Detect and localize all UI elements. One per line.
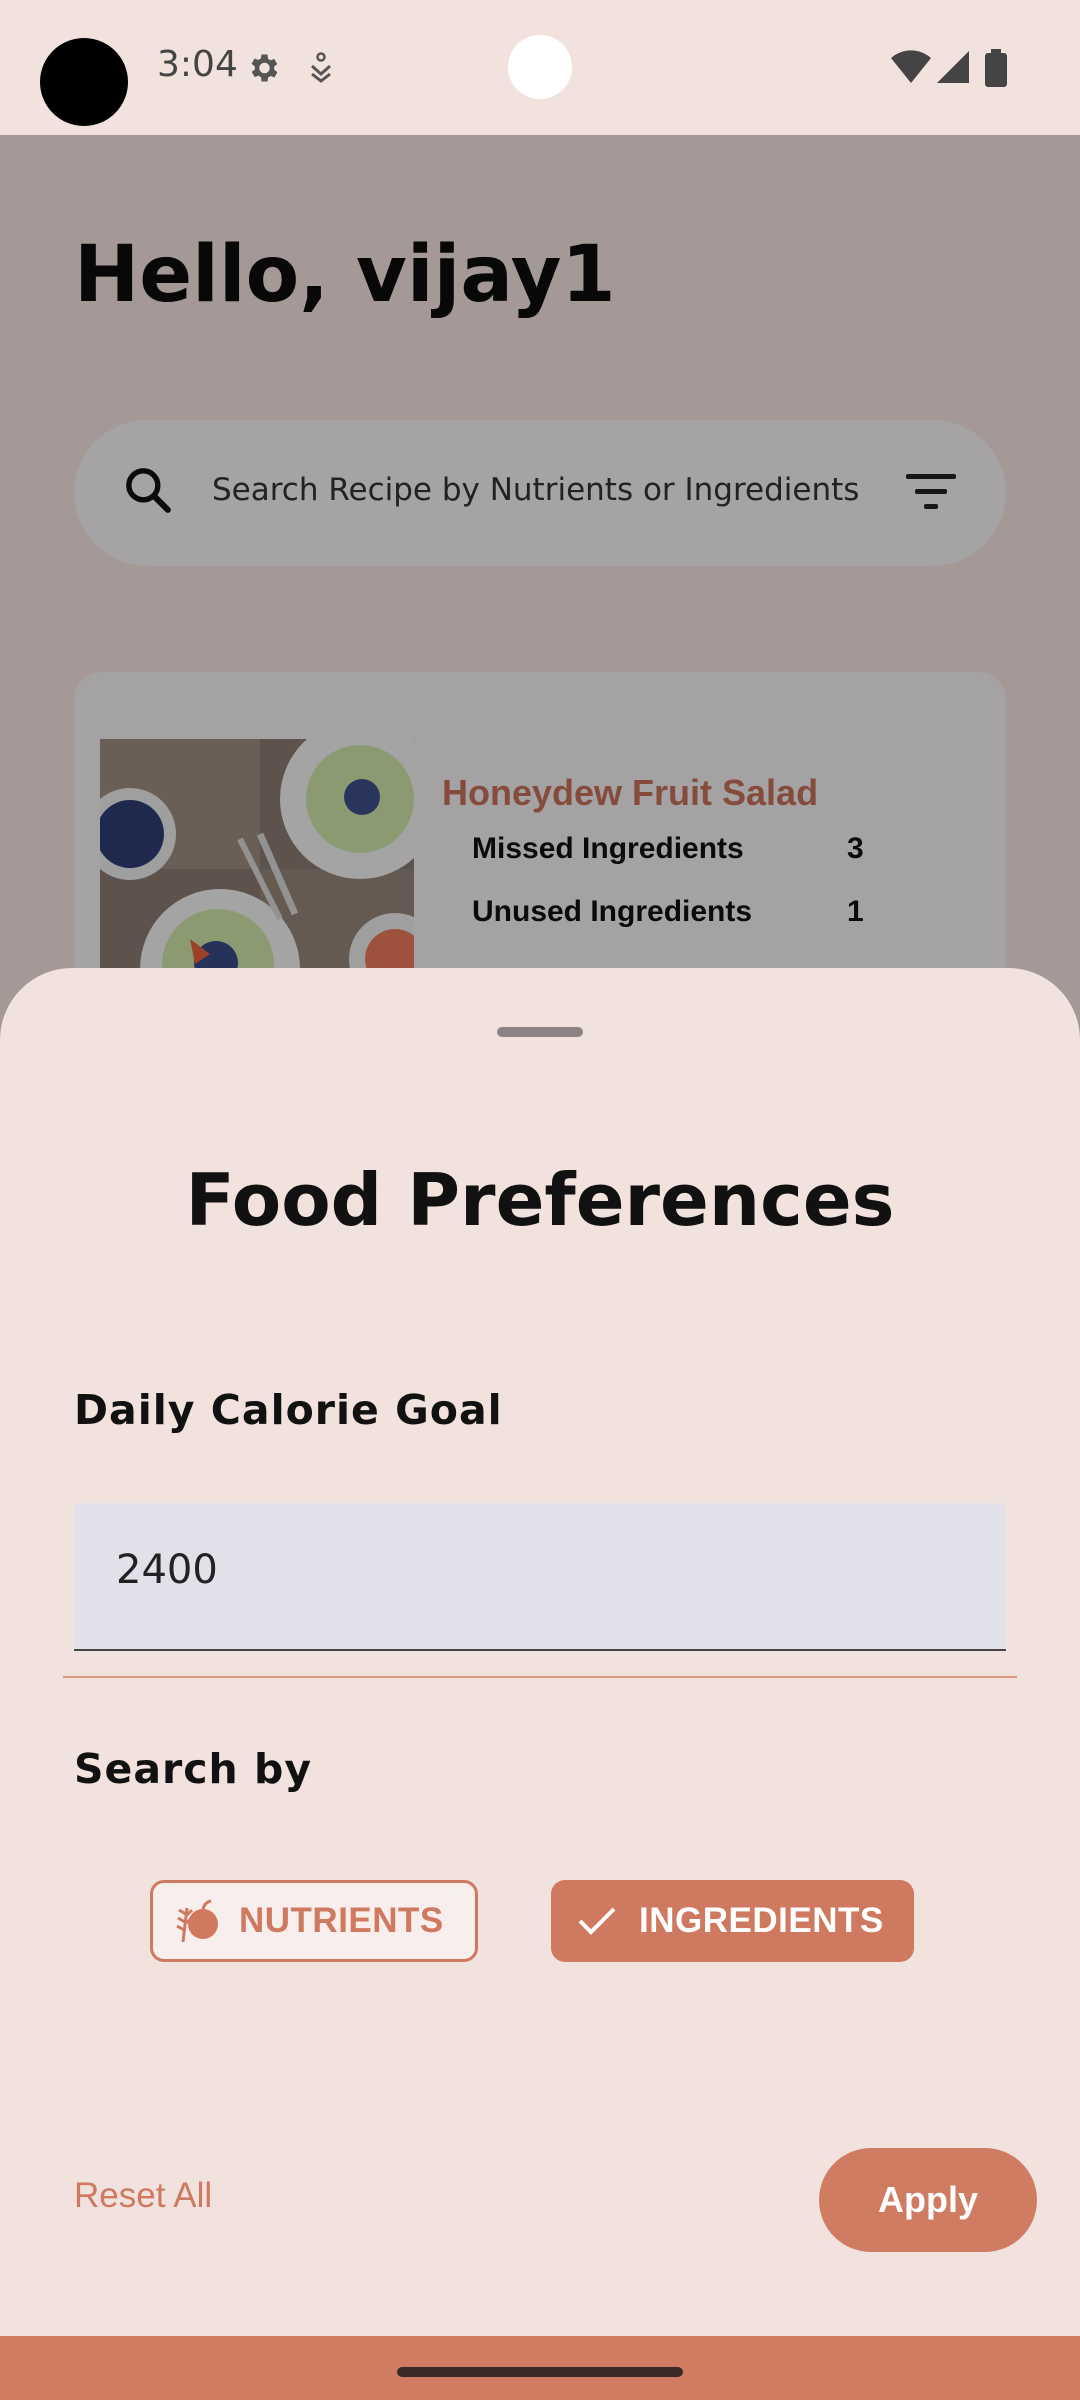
camera-cutout <box>40 38 128 126</box>
apply-button[interactable]: Apply <box>819 2148 1037 2252</box>
calorie-goal-input[interactable] <box>116 1547 956 1593</box>
food-preferences-sheet: Food Preferences Daily Calorie Goal Sear… <box>0 968 1080 2400</box>
calorie-goal-field[interactable] <box>74 1503 1006 1651</box>
settings-icon <box>245 50 281 91</box>
chip-label: NUTRIENTS <box>239 1901 444 1940</box>
battery-icon <box>985 49 1007 92</box>
nutrition-icon <box>173 1898 221 1944</box>
drag-handle[interactable] <box>497 1027 583 1037</box>
check-icon <box>577 1905 617 1937</box>
search-by-label: Search by <box>74 1745 313 1793</box>
chip-label: INGREDIENTS <box>639 1901 884 1940</box>
front-camera <box>508 35 572 99</box>
nutrients-chip[interactable]: NUTRIENTS <box>150 1880 478 1962</box>
ingredients-chip[interactable]: INGREDIENTS <box>551 1880 914 1962</box>
section-divider <box>63 1676 1017 1678</box>
wifi-icon <box>890 50 932 89</box>
sheet-title: Food Preferences <box>185 1158 895 1242</box>
navigation-bar <box>0 2336 1080 2400</box>
download-icon <box>307 52 335 89</box>
status-bar: 3:04 <box>0 0 1080 135</box>
reset-all-button[interactable]: Reset All <box>74 2176 212 2216</box>
signal-icon <box>936 50 970 89</box>
calorie-goal-label: Daily Calorie Goal <box>74 1386 503 1434</box>
status-time: 3:04 <box>157 44 238 85</box>
home-gesture-pill[interactable] <box>397 2367 683 2377</box>
